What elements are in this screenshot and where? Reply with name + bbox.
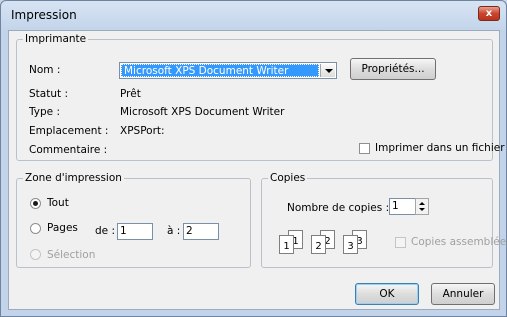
range-selection-label[interactable]: Sélection — [47, 249, 95, 261]
collate-page-front: 3 — [343, 235, 358, 254]
type-value: Microsoft XPS Document Writer — [120, 106, 285, 118]
cancel-button[interactable]: Annuler — [431, 283, 495, 305]
range-pages-radio[interactable] — [30, 223, 41, 234]
spin-down-icon[interactable] — [419, 208, 425, 211]
range-pages-label[interactable]: Pages — [47, 222, 78, 234]
status-value: Prêt — [120, 88, 141, 100]
collate-checkbox[interactable] — [395, 237, 406, 248]
collate-label[interactable]: Copies assemblées — [411, 236, 507, 248]
range-from-input[interactable]: 1 — [117, 223, 153, 240]
type-label: Type : — [29, 106, 60, 118]
range-all-radio[interactable] — [30, 198, 41, 209]
printer-name-value: Microsoft XPS Document Writer — [121, 64, 319, 77]
print-to-file-checkbox[interactable] — [359, 143, 370, 154]
status-label: Statut : — [29, 88, 68, 100]
collate-page-stack-3: 3 3 — [343, 230, 369, 256]
location-value: XPSPort: — [120, 125, 165, 137]
dialog-body: Imprimante Nom : Microsoft XPS Document … — [8, 30, 507, 310]
dialog-title: Impression — [11, 8, 77, 22]
range-from-label: de : — [95, 225, 116, 237]
close-icon: x — [485, 8, 493, 19]
range-to-input[interactable]: 2 — [183, 223, 219, 240]
copies-count-label: Nombre de copies : — [287, 202, 390, 214]
location-label: Emplacement : — [29, 125, 109, 137]
collate-page-stack-1: 1 1 — [279, 230, 305, 256]
printer-name-combo[interactable]: Microsoft XPS Document Writer — [119, 62, 337, 79]
collate-page-stack-2: 2 2 — [311, 230, 337, 256]
printer-group-legend: Imprimante — [25, 33, 87, 45]
range-to-label: à : — [167, 225, 181, 237]
close-button[interactable]: x — [478, 6, 500, 21]
comment-label: Commentaire : — [29, 144, 108, 156]
printer-name-label: Nom : — [29, 64, 61, 76]
spin-up-icon[interactable] — [419, 202, 425, 205]
print-to-file-label[interactable]: Imprimer dans un fichier — [375, 142, 505, 154]
ok-button[interactable]: OK — [355, 283, 419, 305]
print-dialog: Impression x Imprimante Nom : Microsoft … — [0, 0, 507, 317]
copies-legend: Copies — [270, 172, 306, 184]
range-selection-radio[interactable] — [30, 249, 41, 260]
copies-count-spinner[interactable] — [415, 198, 429, 215]
collate-page-front: 2 — [311, 235, 326, 254]
range-all-label[interactable]: Tout — [47, 197, 69, 209]
collate-page-front: 1 — [279, 235, 294, 254]
properties-button[interactable]: Propriétés... — [350, 58, 436, 80]
print-range-legend: Zone d'impression — [25, 172, 122, 184]
chevron-down-icon[interactable] — [320, 64, 335, 77]
copies-count-input[interactable]: 1 — [389, 198, 416, 215]
